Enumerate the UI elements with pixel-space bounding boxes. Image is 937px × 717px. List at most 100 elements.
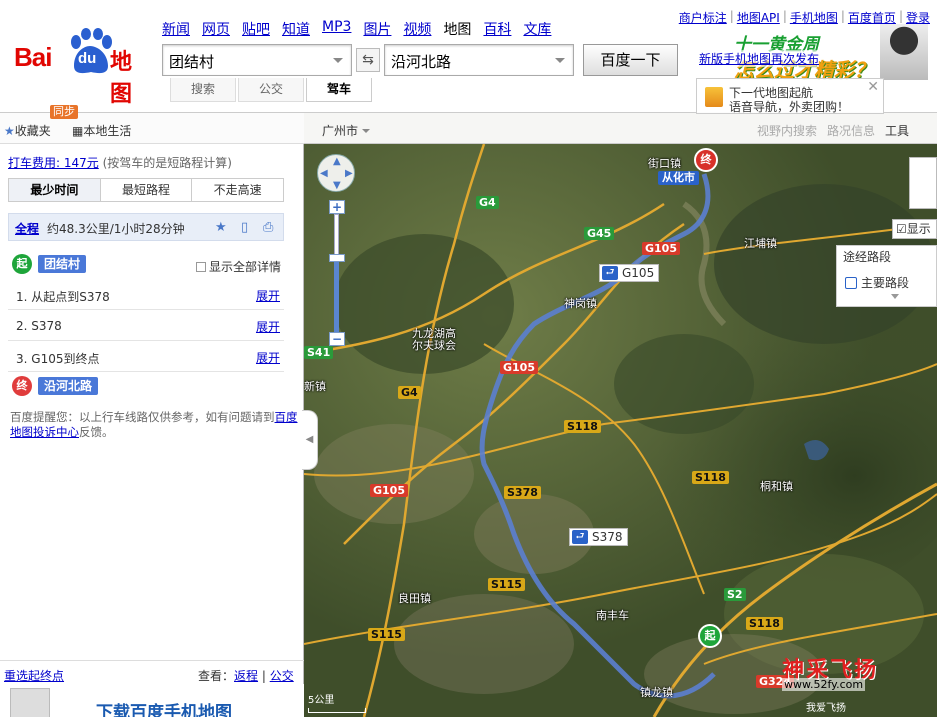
nav-link-1[interactable]: 网页 [202, 19, 230, 39]
sync-badge: 同步 [50, 105, 78, 119]
nav-promo-line-2: 语音导航，外卖团购！ [729, 100, 850, 114]
show-checkbox[interactable]: ☑显示 [892, 219, 937, 239]
map-tool-1[interactable]: 路况信息 [827, 122, 875, 139]
scale-bar: 5公里 [308, 691, 366, 713]
nav-link-6[interactable]: 视频 [403, 19, 431, 39]
route-tag-label: G105 [622, 266, 655, 280]
waypoints-header: 途经路段 [843, 250, 892, 264]
taxi-fare-link[interactable]: 打车费用: 147元 [8, 156, 99, 170]
road-label: G4 [476, 196, 499, 209]
scale-label: 5公里 [308, 695, 335, 706]
road-label: G4 [398, 386, 421, 399]
road-label: S115 [368, 628, 405, 641]
waypoints-item[interactable]: 主要路段 [845, 274, 909, 291]
sub-toolbar: 同步 ★收藏夹 ▦本地生活 [0, 105, 304, 144]
grid-icon: ▦ [72, 124, 84, 138]
nav-link-0[interactable]: 新闻 [162, 19, 190, 39]
start-point-name[interactable]: 团结村 [38, 255, 87, 273]
local-life-link[interactable]: ▦本地生活 [72, 122, 131, 139]
bus-link[interactable]: 公交 [270, 669, 294, 683]
end-pin[interactable]: 终 [694, 148, 718, 172]
pan-left-icon[interactable]: ◀ [320, 168, 328, 179]
route-tag-g105[interactable]: ⮐ G105 [599, 264, 660, 282]
navigation-promo[interactable]: 下一代地图起航 语音导航，外卖团购！ ✕ [696, 78, 884, 114]
nav-link-3[interactable]: 知道 [282, 19, 310, 39]
map-tools: 视野内搜索 路况信息 工具 [757, 122, 909, 139]
search-button[interactable]: 百度一下 [583, 44, 678, 76]
route-step[interactable]: 3. G105到终点 展开 [8, 342, 284, 372]
route-pref-tab-2[interactable]: 不走高速 [192, 179, 284, 201]
app-download-banner[interactable]: 下载百度手机地图 [0, 684, 304, 717]
road-label: S118 [746, 617, 783, 630]
start-point-input[interactable]: 团结村 [162, 44, 352, 76]
place-label: 街口镇 [648, 157, 681, 170]
end-point-value: 沿河北路 [391, 53, 452, 71]
route-step[interactable]: 2. S378 展开 [8, 311, 284, 341]
chevron-down-icon[interactable] [891, 294, 899, 299]
nav-link-2[interactable]: 贴吧 [242, 19, 270, 39]
top-nav: 新闻 网页 贴吧 知道 MP3 图片 视频 地图 百科 文库 [162, 19, 563, 39]
route-step-text: 3. G105到终点 [16, 352, 100, 366]
zoom-slider-handle[interactable] [329, 254, 345, 262]
map-canvas[interactable]: 广州市 视野内搜索 路况信息 工具 ☑显示 途经路段 主要路段 ▲ ▼ ◀ ▶ … [304, 112, 937, 717]
route-icon [845, 277, 857, 289]
close-icon[interactable]: ✕ [867, 79, 879, 95]
mode-tab-1[interactable]: 公交 [238, 78, 304, 102]
mode-tab-0[interactable]: 搜索 [170, 78, 236, 102]
show-all-checkbox[interactable] [196, 262, 206, 272]
tip-suffix: 反馈。 [79, 425, 114, 439]
route-step[interactable]: 1. 从起点到S378 展开 [8, 280, 284, 310]
dropdown-arrow-icon[interactable] [555, 58, 565, 63]
start-marker: 起 [12, 254, 32, 274]
city-selector[interactable]: 广州市 [322, 122, 371, 139]
nav-link-4[interactable]: MP3 [322, 19, 351, 39]
road-label: S378 [504, 486, 541, 499]
route-pref-tab-0[interactable]: 最少时间 [9, 179, 101, 201]
swap-route-button[interactable]: ⇆ [356, 48, 380, 72]
view-options: 查看：返程 | 公交 [198, 669, 294, 683]
print-icon[interactable]: ⎙ [263, 220, 273, 235]
map-tool-2[interactable]: 工具 [885, 122, 909, 139]
chevron-down-icon [362, 129, 371, 133]
nav-link-9[interactable]: 文库 [523, 19, 551, 39]
road-label: S41 [304, 346, 334, 359]
collapse-panel-button[interactable]: ◀ [302, 410, 318, 470]
pan-down-icon[interactable]: ▼ [333, 180, 341, 191]
favorites-link[interactable]: ★收藏夹 [4, 122, 51, 139]
expand-link[interactable]: 展开 [256, 287, 280, 304]
map-tool-0[interactable]: 视野内搜索 [757, 122, 817, 139]
start-pin[interactable]: 起 [698, 624, 722, 648]
pan-right-icon[interactable]: ▶ [345, 168, 353, 179]
end-point-name[interactable]: 沿河北路 [38, 377, 99, 395]
expand-link[interactable]: 展开 [256, 318, 280, 335]
route-tag-s378[interactable]: ⮐ S378 [569, 528, 628, 546]
favorite-star-icon[interactable]: ★ [215, 220, 227, 235]
nav-link-8[interactable]: 百科 [483, 19, 511, 39]
route-tag-label: S378 [592, 530, 623, 544]
expand-link[interactable]: 展开 [256, 349, 280, 366]
end-point-input[interactable]: 沿河北路 [384, 44, 574, 76]
taxi-fare-note: (按驾车的是短路程计算) [102, 156, 232, 170]
route-pref-tab-1[interactable]: 最短路程 [100, 179, 193, 201]
return-trip-link[interactable]: 返程 [234, 669, 258, 683]
nav-link-5[interactable]: 图片 [363, 19, 391, 39]
nav-link-7[interactable]: 地图 [443, 19, 471, 39]
pan-up-icon[interactable]: ▲ [333, 156, 341, 167]
zoom-in-button[interactable]: + [329, 200, 345, 214]
phone-icon[interactable]: ▯ [241, 220, 248, 235]
full-route-link[interactable]: 全程 [15, 220, 39, 237]
show-all-details-toggle[interactable]: 显示全部详情 [196, 258, 281, 275]
pan-control[interactable]: ▲ ▼ ◀ ▶ [317, 154, 355, 192]
dropdown-arrow-icon[interactable] [333, 58, 343, 63]
road-label: G105 [370, 484, 408, 497]
watermark-sub: 我爱飞扬 [806, 703, 846, 714]
zoom-out-button[interactable]: − [329, 332, 345, 346]
end-point-row: 终 沿河北路 [12, 376, 288, 398]
minimap[interactable] [909, 157, 937, 209]
promo-link[interactable]: 新版手机地图再次发布 [699, 50, 820, 67]
route-panel: 打车费用: 147元 (按驾车的是短路程计算) 最少时间 最短路程 不走高速 全程 … [0, 144, 304, 717]
promo-banner[interactable]: 十一黄金周 怎么过才精彩？ 新版手机地图再次发布 [696, 24, 928, 82]
reselect-endpoints-link[interactable]: 重选起终点 [4, 667, 64, 684]
mode-tab-2[interactable]: 驾车 [306, 78, 372, 102]
baidu-map-logo[interactable]: Bai du 地图 [12, 28, 150, 107]
